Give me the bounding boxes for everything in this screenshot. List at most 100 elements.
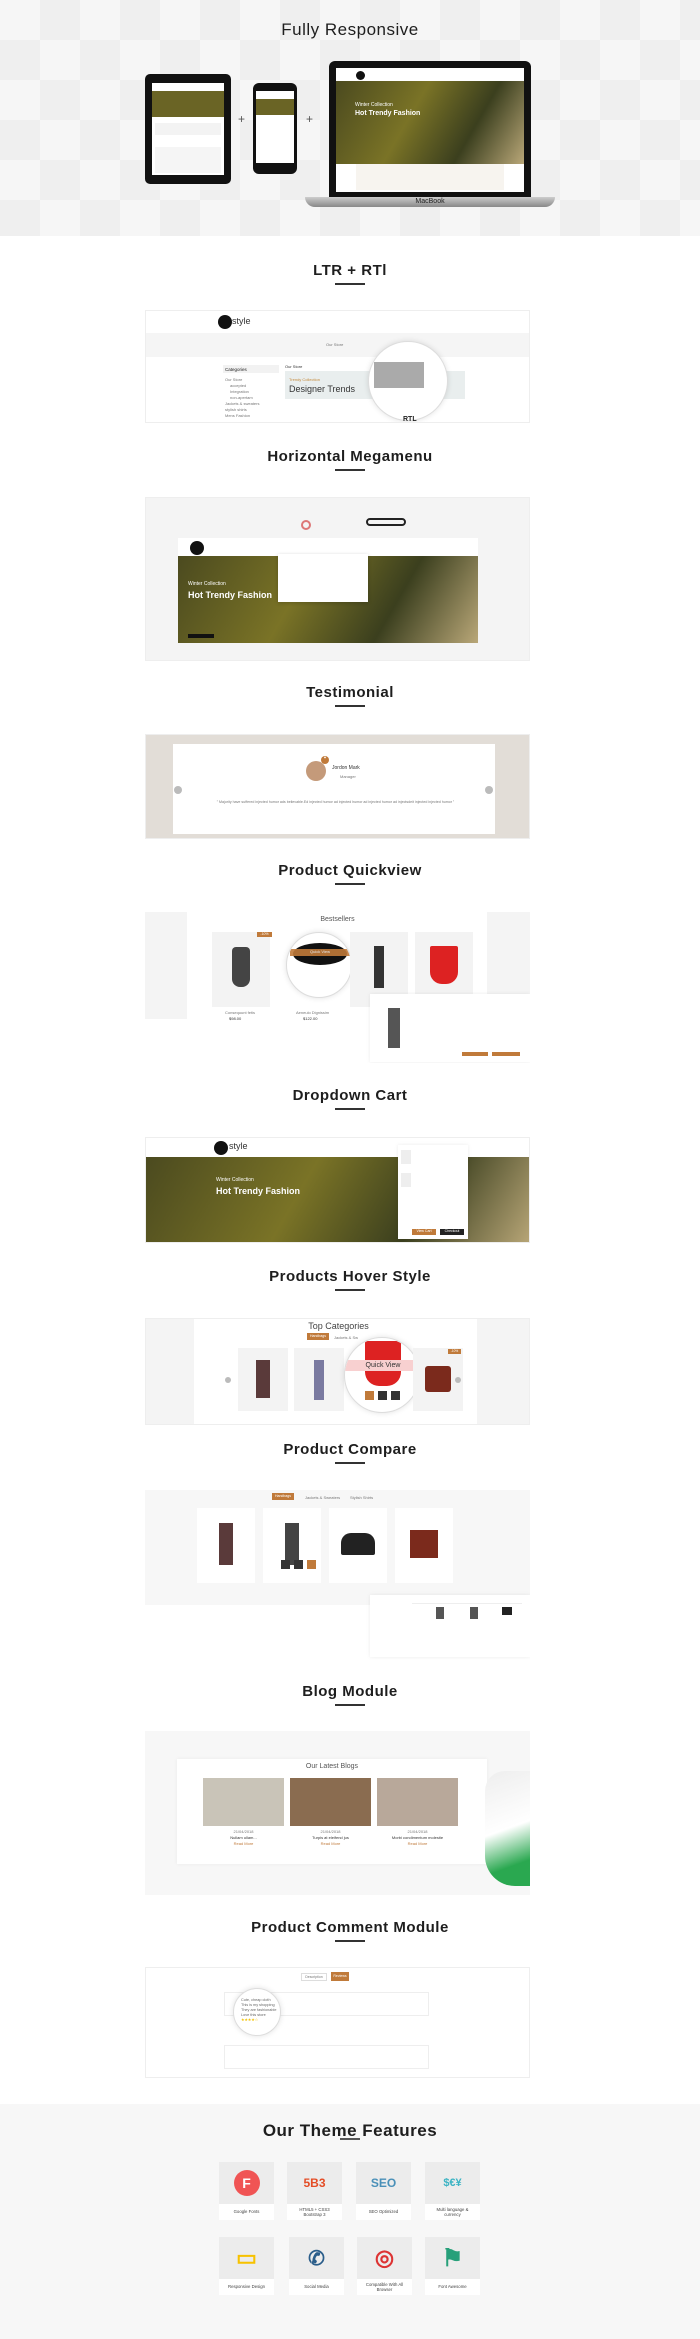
quickview-popup	[370, 994, 530, 1062]
avatar	[306, 761, 326, 781]
section-title-megamenu: Horizontal Megamenu	[267, 448, 433, 465]
tab-jackets[interactable]: Jackets & Sweaters	[305, 1495, 340, 1500]
blog-screenshot: Our Latest Blogs 21/04/2018 Nullam ullam.…	[145, 1731, 530, 1895]
rtl-magnifier	[368, 341, 448, 421]
testimonial-screenshot: ❝ Jordon Mark Manager " Majority have su…	[145, 734, 530, 839]
next-arrow-icon[interactable]	[485, 786, 493, 794]
quickview-magnifier: Quick View	[286, 932, 352, 998]
review-textarea[interactable]	[224, 2045, 429, 2069]
title-underline	[335, 283, 365, 285]
product-card[interactable]	[395, 1508, 453, 1583]
section-title-dropdown-cart: Dropdown Cart	[292, 1087, 408, 1104]
compare-popup	[370, 1595, 530, 1657]
prev-arrow-icon[interactable]	[225, 1377, 231, 1383]
title-underline	[335, 1462, 365, 1464]
tab-handbags[interactable]: Handbags	[307, 1333, 329, 1340]
title-underline	[335, 705, 365, 707]
seo-icon: SEO	[356, 2162, 411, 2204]
read-more-link[interactable]: Read More	[203, 1841, 284, 1847]
comment-magnifier: Cute, cheap cloth This is my shopping They…	[233, 1988, 281, 2036]
title-underline	[335, 469, 365, 471]
title-underline	[340, 2138, 360, 2140]
comment-screenshot: Description Reviews (1) Cute, cheap clot…	[145, 1967, 530, 2078]
add-to-cart-button[interactable]	[462, 1052, 488, 1056]
logo	[218, 315, 232, 329]
feature-html5-css3: 5B3 HTML5 + CSS3 Bootstrap 3	[287, 2162, 342, 2220]
checkout-button[interactable]: Checkout	[440, 1229, 464, 1235]
laptop-hero: Winter Collection Hot Trendy Fashion	[336, 81, 524, 164]
laptop-brand-label: MacBook	[415, 198, 445, 205]
top-categories-title: Top Categories	[308, 1321, 369, 1331]
hover-magnifier: Quick View	[344, 1337, 420, 1413]
add-to-wishlist-button[interactable]	[492, 1052, 520, 1056]
quote-icon: ❝	[321, 756, 329, 764]
wishlist-icon[interactable]	[378, 1391, 387, 1400]
laptop-product-strip	[356, 164, 504, 190]
flag-icon: ⚑	[425, 2237, 480, 2279]
testimonial-card: ❝ Jordon Mark Manager " Majority have su…	[173, 744, 495, 834]
compare-icon[interactable]	[307, 1560, 316, 1569]
megamenu-screenshot: Winter Collection Hot Trendy Fashion	[145, 497, 530, 661]
title-underline	[335, 1940, 365, 1942]
cart-dropdown: View Cart Checkout	[398, 1145, 468, 1239]
title-underline	[335, 1108, 365, 1110]
product-card[interactable]	[197, 1508, 255, 1583]
quick-view-button[interactable]: Quick View	[290, 949, 350, 956]
prev-arrow-icon[interactable]	[174, 786, 182, 794]
megamenu-dropdown	[278, 554, 368, 602]
product-card[interactable]	[238, 1348, 288, 1411]
product-card[interactable]	[212, 932, 270, 1007]
laptop-base: MacBook	[305, 197, 555, 207]
browsers-icon: ◎	[357, 2237, 412, 2279]
responsive-devices-icon: ▭	[219, 2237, 274, 2279]
plus-sign: +	[238, 112, 246, 126]
tab-description[interactable]: Description	[301, 1973, 327, 1981]
section-title-quickview: Product Quickview	[278, 862, 422, 879]
feature-social-media: ✆ Social Media	[289, 2237, 344, 2295]
next-arrow-icon[interactable]	[455, 1377, 461, 1383]
add-to-cart-icon[interactable]	[365, 1391, 374, 1400]
read-more-link[interactable]: Read More	[377, 1841, 458, 1847]
feature-font-awesome: ⚑ Font Awesome	[425, 2237, 480, 2295]
title-underline	[335, 883, 365, 885]
product-card[interactable]	[263, 1508, 321, 1583]
title-underline	[335, 1704, 365, 1706]
compare-icon[interactable]	[391, 1391, 400, 1400]
tab-shirts[interactable]: Stylish Shirts	[350, 1495, 373, 1500]
feature-responsive: ▭ Responsive Design	[219, 2237, 274, 2295]
product-card[interactable]	[329, 1508, 387, 1583]
google-fonts-icon: F	[233, 2170, 260, 2196]
quickview-screenshot: Bestsellers -10% Consequunt fetis $98.00…	[145, 910, 530, 1063]
html5-css3-bootstrap-icon: 5B3	[287, 2162, 342, 2204]
tab-jackets[interactable]: Jackets & Sw	[334, 1335, 358, 1340]
section-title-testimonial: Testimonial	[306, 684, 394, 701]
tablet-hero	[152, 91, 224, 117]
feature-browsers: ◎ Compatible With All Browser	[357, 2237, 412, 2295]
logo	[190, 541, 204, 555]
world-currency-icon: $€¥	[425, 2162, 480, 2204]
quick-view-button[interactable]: Quick View	[345, 1360, 419, 1371]
laptop-mockup: Winter Collection Hot Trendy Fashion	[329, 61, 531, 197]
wishlist-icon[interactable]	[294, 1560, 303, 1569]
section-title-comment: Product Comment Module	[251, 1919, 449, 1936]
blog-image	[203, 1778, 284, 1826]
section-title-ltr-rtl: LTR + RTl	[313, 262, 387, 279]
glasses-decoration	[366, 518, 406, 526]
ltr-rtl-screenshot: style Our Store Categories Our Store acce…	[145, 310, 530, 423]
tab-handbags[interactable]: Handbags	[272, 1493, 294, 1500]
plus-sign: +	[306, 112, 314, 126]
logo	[214, 1141, 228, 1155]
read-more-link[interactable]: Read More	[290, 1841, 371, 1847]
blog-image	[290, 1778, 371, 1826]
section-title-blog: Blog Module	[302, 1683, 398, 1700]
view-cart-button[interactable]: View Cart	[412, 1229, 436, 1235]
cart-icon[interactable]	[281, 1560, 290, 1569]
dropdown-cart-screenshot: style Winter Collection Hot Trendy Fashi…	[145, 1137, 530, 1243]
rating-stars: ★★★★☆	[241, 2018, 259, 2022]
hover-style-screenshot: Quick View Top Categories Handbags Jacke…	[145, 1318, 530, 1425]
tab-reviews[interactable]: Reviews (1)	[331, 1972, 349, 1987]
blog-image	[377, 1778, 458, 1826]
compare-screenshot: Handbags Jackets & Sweaters Stylish Shir…	[145, 1490, 530, 1660]
section-title-compare: Product Compare	[283, 1441, 417, 1458]
product-card[interactable]	[294, 1348, 344, 1411]
